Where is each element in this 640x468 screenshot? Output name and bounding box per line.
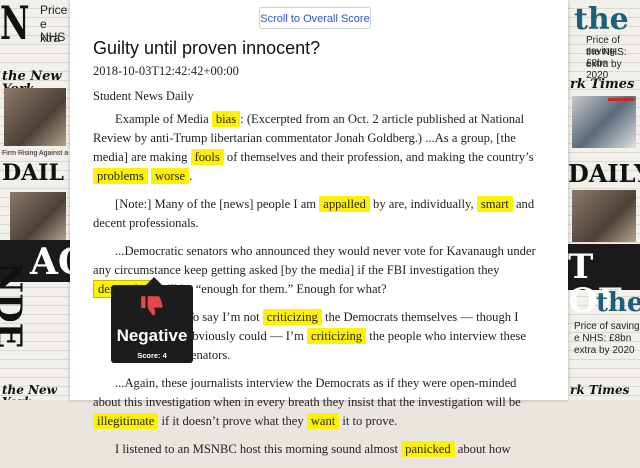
headline-fragment: Price xyxy=(40,3,68,17)
headline-fragment: xtra xyxy=(40,31,61,45)
paragraph-text: [Note:] Many of the [news] people I am xyxy=(115,197,320,211)
highlighted-word[interactable]: fools xyxy=(190,149,224,165)
article-paragraph: I listened to an MSNBC host this morning… xyxy=(93,440,538,459)
paragraph-text: I listened to an MSNBC host this morning… xyxy=(115,442,402,456)
article-title: Guilty until proven innocent? xyxy=(93,38,321,58)
highlighted-word[interactable]: bias xyxy=(211,111,241,127)
paragraph-text: ...Democratic senators who announced the… xyxy=(93,244,536,277)
highlighted-word[interactable]: smart xyxy=(476,196,513,212)
highlighted-word[interactable]: problems xyxy=(93,168,148,184)
paragraph-text: ...Again, these journalists interview th… xyxy=(93,376,521,409)
masthead-fragment: rk Times xyxy=(570,77,635,92)
news-photo xyxy=(4,88,66,146)
highlighted-word[interactable]: panicked xyxy=(401,441,455,457)
masthead-fragment: rk Times xyxy=(570,383,630,397)
article-paragraph: Example of Media bias: (Excerpted from a… xyxy=(93,110,538,186)
article-date: 2018-10-03T12:42:42+00:00 xyxy=(93,64,239,78)
highlighted-word[interactable]: worse xyxy=(151,168,190,184)
masthead-fragment: the xyxy=(596,288,640,318)
paragraph-text: . xyxy=(189,169,193,183)
accent-stripe xyxy=(608,98,634,101)
article-paragraph: [Note:] Many of the [news] people I am a… xyxy=(93,195,538,233)
thumbs-down-icon xyxy=(141,296,163,316)
masthead-fragment: the New York xyxy=(2,383,58,400)
masthead-fragment: the xyxy=(574,2,629,37)
headline-fragment: Firm Rising Against a xyxy=(2,150,69,157)
highlighted-word[interactable]: criticizing xyxy=(262,309,322,325)
news-photo xyxy=(572,190,636,242)
headline-fragment: Price of saving xyxy=(574,321,640,332)
masthead-fragment: NDE xyxy=(0,262,29,349)
paragraph-text: of themselves and their profession, and … xyxy=(223,150,534,164)
paragraph-text: if it doesn’t prove what they xyxy=(158,414,307,428)
newspaper-collage-right: the Price of saving the NHS: £8bn extra … xyxy=(568,0,640,400)
highlighted-word[interactable]: appalled xyxy=(319,196,370,212)
paragraph-text: about how xyxy=(454,442,511,456)
article-source: Student News Daily xyxy=(93,89,194,103)
highlighted-word[interactable]: illegitimate xyxy=(93,413,159,429)
paragraph-text: To say I’m not xyxy=(186,310,263,324)
headline-fragment: e NHS: £8bn xyxy=(574,333,632,344)
paragraph-text: by are, individually, xyxy=(369,197,477,211)
masthead-fragment: DAIL xyxy=(2,160,64,186)
news-photo xyxy=(10,192,66,240)
masthead-fragment: N xyxy=(0,0,30,50)
highlighted-word[interactable]: criticizing xyxy=(307,328,367,344)
sentiment-label: Negative xyxy=(116,326,188,345)
article-paragraph: ...Again, these journalists interview th… xyxy=(93,374,538,431)
scroll-to-overall-score-button[interactable]: Scroll to Overall Score xyxy=(259,7,371,29)
masthead-fragment: DAILY xyxy=(568,159,640,188)
paragraph-text: it to prove. xyxy=(339,414,398,428)
headline-fragment: extra by 2020 xyxy=(574,345,635,356)
news-photo xyxy=(572,96,636,148)
sentiment-score: Score: 4 xyxy=(137,351,167,360)
masthead-fragment: AC xyxy=(30,241,70,283)
sentiment-tooltip: Negative Score: 4 xyxy=(111,277,193,363)
newspaper-collage-left: N Price e NHS xtra the New York Firm Ris… xyxy=(0,0,70,400)
paragraph-text: Example of Media xyxy=(115,112,212,126)
highlighted-word[interactable]: want xyxy=(306,413,340,429)
